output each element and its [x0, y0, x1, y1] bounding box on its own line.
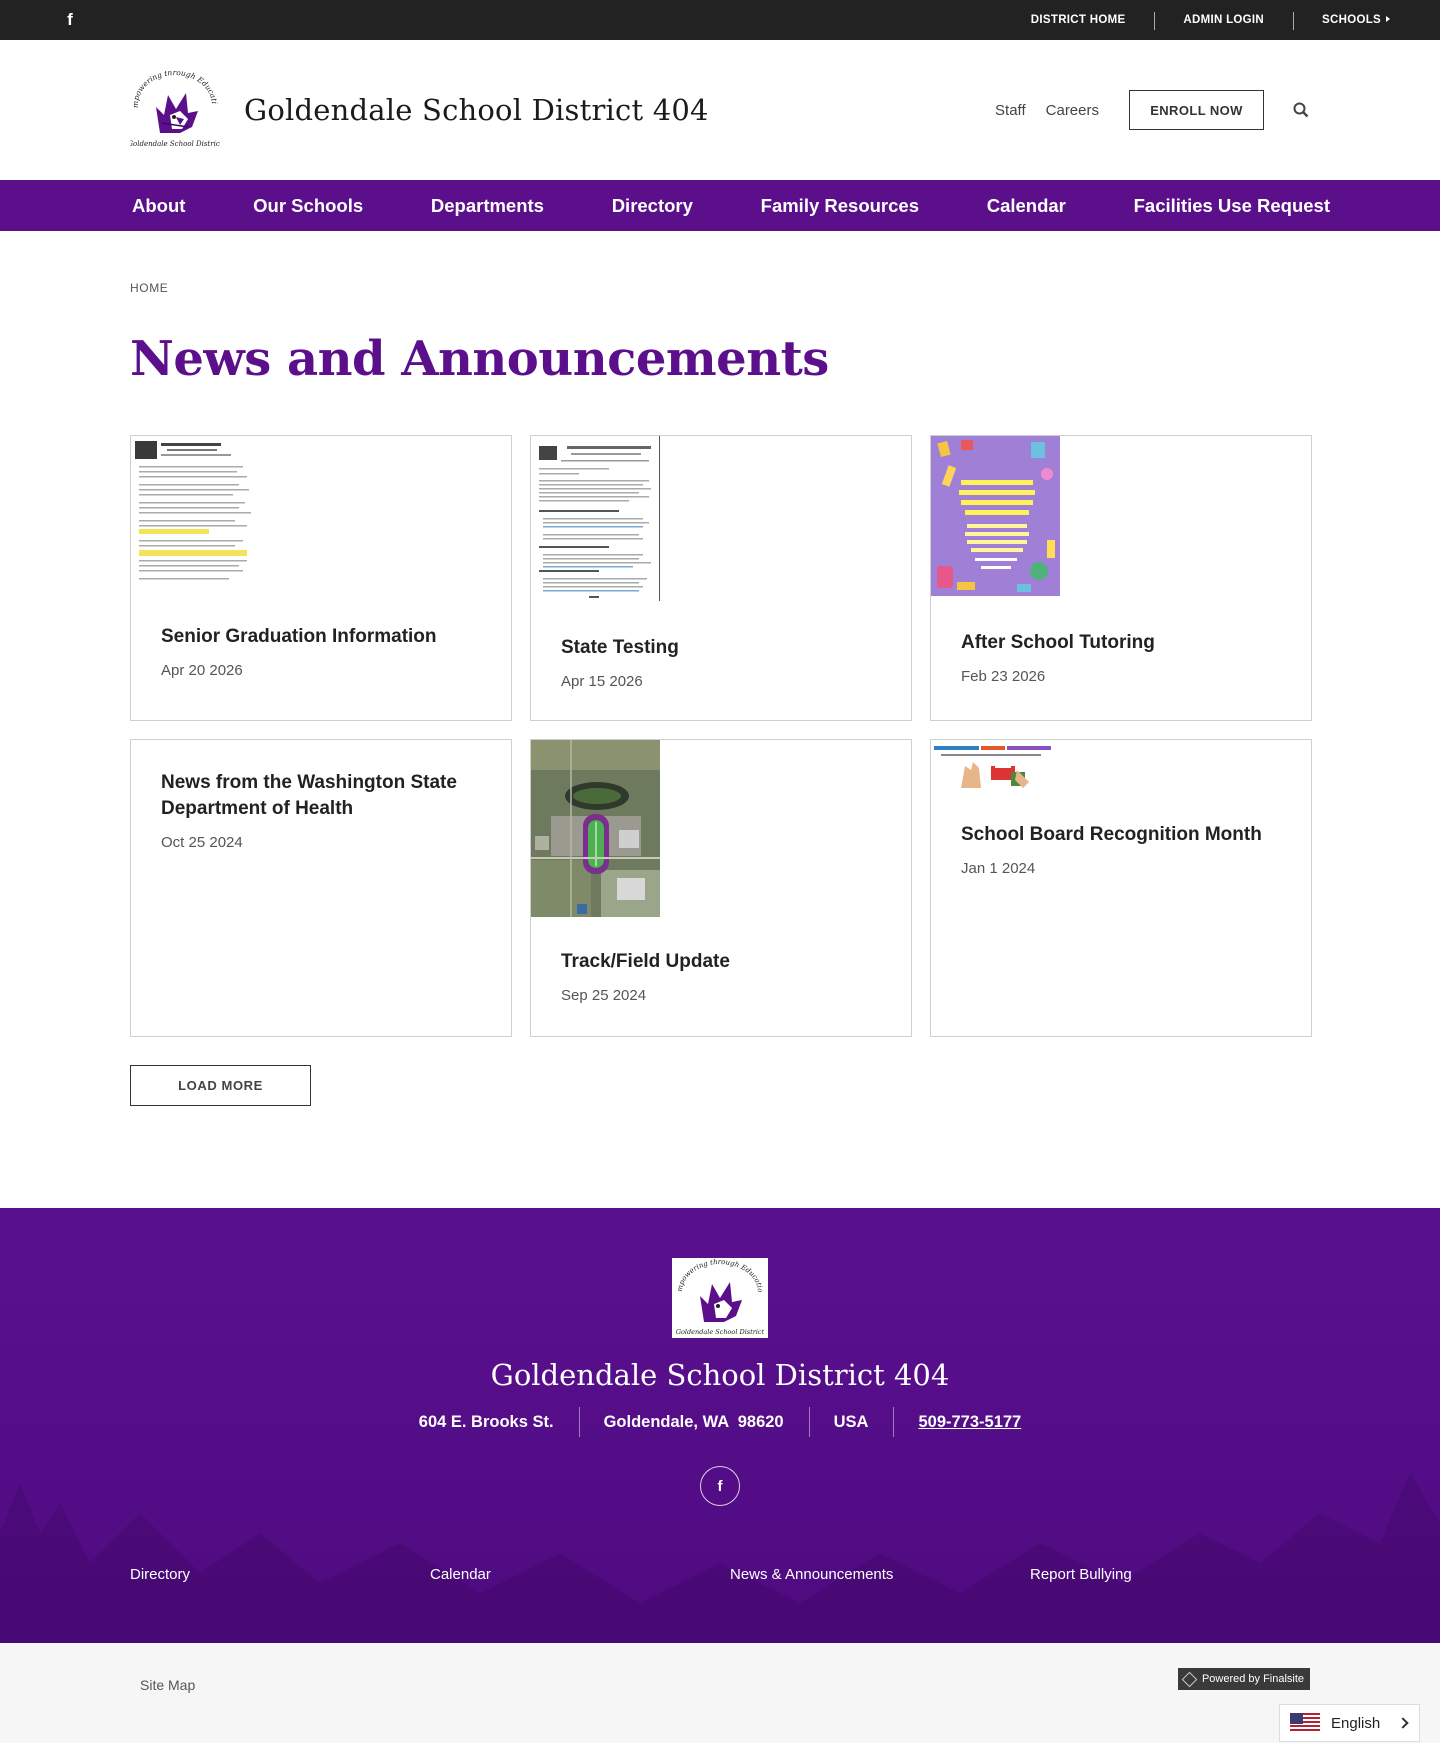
card-title[interactable]: School Board Recognition Month: [961, 822, 1281, 848]
card-date: Apr 20 2026: [161, 662, 243, 679]
utility-bar: f DISTRICT HOME ADMIN LOGIN SCHOOLS: [0, 0, 1440, 40]
site-map-link[interactable]: Site Map: [140, 1677, 195, 1693]
nav-directory[interactable]: Directory: [612, 195, 693, 217]
card-title[interactable]: State Testing: [561, 635, 881, 661]
footer-facebook-icon[interactable]: f: [700, 1466, 740, 1506]
news-card[interactable]: After School Tutoring Feb 23 2026: [930, 435, 1312, 721]
card-title[interactable]: After School Tutoring: [961, 630, 1281, 656]
phone-link[interactable]: 509-773-5177: [893, 1407, 1046, 1437]
news-card[interactable]: News from the Washington State Departmen…: [130, 739, 512, 1037]
card-title[interactable]: Senior Graduation Information: [161, 624, 481, 650]
card-date: Jan 1 2024: [961, 860, 1036, 877]
footer-title: Goldendale School District 404: [490, 1358, 950, 1392]
search-icon[interactable]: [1292, 101, 1310, 119]
city-state-zip: Goldendale, WA 98620: [578, 1407, 809, 1437]
caret-right-icon: [1386, 16, 1390, 22]
staff-link[interactable]: Staff: [995, 102, 1026, 119]
street-address: 604 E. Brooks St.: [418, 1413, 554, 1431]
finalsite-icon: [1181, 1671, 1198, 1687]
svg-text:Empowering through Education: Empowering through Education: [130, 71, 219, 108]
footer-logo-text-bottom: Goldendale School District: [676, 1328, 765, 1336]
banner-thumbnail[interactable]: [931, 740, 1060, 790]
card-date: Feb 23 2026: [961, 668, 1046, 685]
footer-link-report-bullying[interactable]: Report Bullying: [1030, 1566, 1132, 1583]
us-flag-icon: [1290, 1713, 1320, 1733]
wolf-logo-icon: Empowering through Education Goldendale …: [126, 64, 222, 148]
breadcrumb[interactable]: HOME: [130, 281, 1310, 295]
news-card[interactable]: School Board Recognition Month Jan 1 202…: [930, 739, 1312, 1037]
aerial-photo-thumbnail[interactable]: [531, 740, 660, 917]
news-card[interactable]: Track/Field Update Sep 25 2024: [530, 739, 912, 1037]
card-title[interactable]: Track/Field Update: [561, 949, 881, 975]
language-selector[interactable]: English: [1279, 1704, 1420, 1742]
document-thumbnail[interactable]: [131, 436, 257, 590]
card-date: Sep 25 2024: [561, 987, 647, 1004]
country: USA: [808, 1407, 894, 1437]
card-title[interactable]: News from the Washington State Departmen…: [161, 770, 481, 822]
logo-text-top: Empowering through Education: [126, 64, 219, 108]
news-card[interactable]: State Testing Apr 15 2026: [530, 435, 912, 721]
enroll-now-button[interactable]: ENROLL NOW: [1129, 90, 1264, 130]
bottom-bar: Site Map Powered by Finalsite English: [0, 1643, 1440, 1743]
site-footer: Empowering through Education Goldendale …: [0, 1208, 1440, 1643]
nav-about[interactable]: About: [132, 195, 185, 217]
schools-dropdown[interactable]: SCHOOLS: [1293, 12, 1390, 30]
nav-facilities-use-request[interactable]: Facilities Use Request: [1134, 195, 1330, 217]
card-date: Apr 15 2026: [561, 673, 643, 690]
language-label: English: [1331, 1714, 1381, 1732]
footer-link-news[interactable]: News & Announcements: [730, 1566, 893, 1583]
utility-links: DISTRICT HOME ADMIN LOGIN SCHOOLS: [1002, 12, 1390, 30]
header-actions: Staff Careers ENROLL NOW: [995, 90, 1310, 130]
powered-by-label: Powered by Finalsite: [1201, 1673, 1305, 1685]
nav-family-resources[interactable]: Family Resources: [761, 195, 919, 217]
page-title: News and Announcements: [130, 331, 829, 387]
footer-logo-text-top: Empowering through Education: [668, 1252, 764, 1293]
district-home-link[interactable]: DISTRICT HOME: [1002, 14, 1155, 26]
nav-departments[interactable]: Departments: [431, 195, 544, 217]
svg-text:Empowering through Education: Empowering through Education: [672, 1258, 764, 1293]
footer-link-calendar[interactable]: Calendar: [430, 1566, 491, 1583]
main-content: HOME News and Announcements Senior Gradu…: [0, 281, 1440, 1106]
wolf-logo-icon: Empowering through Education Goldendale …: [668, 1252, 765, 1336]
logo-text-bottom: Goldendale School District: [130, 140, 220, 148]
site-header: Empowering through Education Goldendale …: [0, 40, 1440, 180]
flyer-thumbnail[interactable]: [931, 436, 1060, 596]
main-nav: About Our Schools Departments Directory …: [0, 180, 1440, 231]
powered-by-badge[interactable]: Powered by Finalsite: [1178, 1668, 1310, 1690]
load-more-button[interactable]: LOAD MORE: [130, 1065, 311, 1106]
site-title[interactable]: Goldendale School District 404: [244, 93, 709, 127]
careers-link[interactable]: Careers: [1046, 102, 1099, 119]
nav-calendar[interactable]: Calendar: [987, 195, 1066, 217]
document-thumbnail[interactable]: [531, 436, 660, 601]
news-grid: Senior Graduation Information Apr 20 202…: [130, 435, 1312, 1037]
chevron-right-icon: [1397, 1717, 1409, 1729]
footer-link-directory[interactable]: Directory: [130, 1566, 190, 1583]
facebook-icon[interactable]: f: [60, 10, 80, 30]
district-logo[interactable]: Empowering through Education Goldendale …: [126, 64, 222, 149]
footer-address: 604 E. Brooks St. Goldendale, WA 98620 U…: [0, 1407, 1440, 1437]
admin-login-link[interactable]: ADMIN LOGIN: [1154, 12, 1293, 30]
news-card[interactable]: Senior Graduation Information Apr 20 202…: [130, 435, 512, 721]
card-date: Oct 25 2024: [161, 834, 243, 851]
nav-our-schools[interactable]: Our Schools: [253, 195, 363, 217]
schools-label: SCHOOLS: [1322, 14, 1381, 26]
footer-logo[interactable]: Empowering through Education Goldendale …: [668, 1252, 768, 1338]
